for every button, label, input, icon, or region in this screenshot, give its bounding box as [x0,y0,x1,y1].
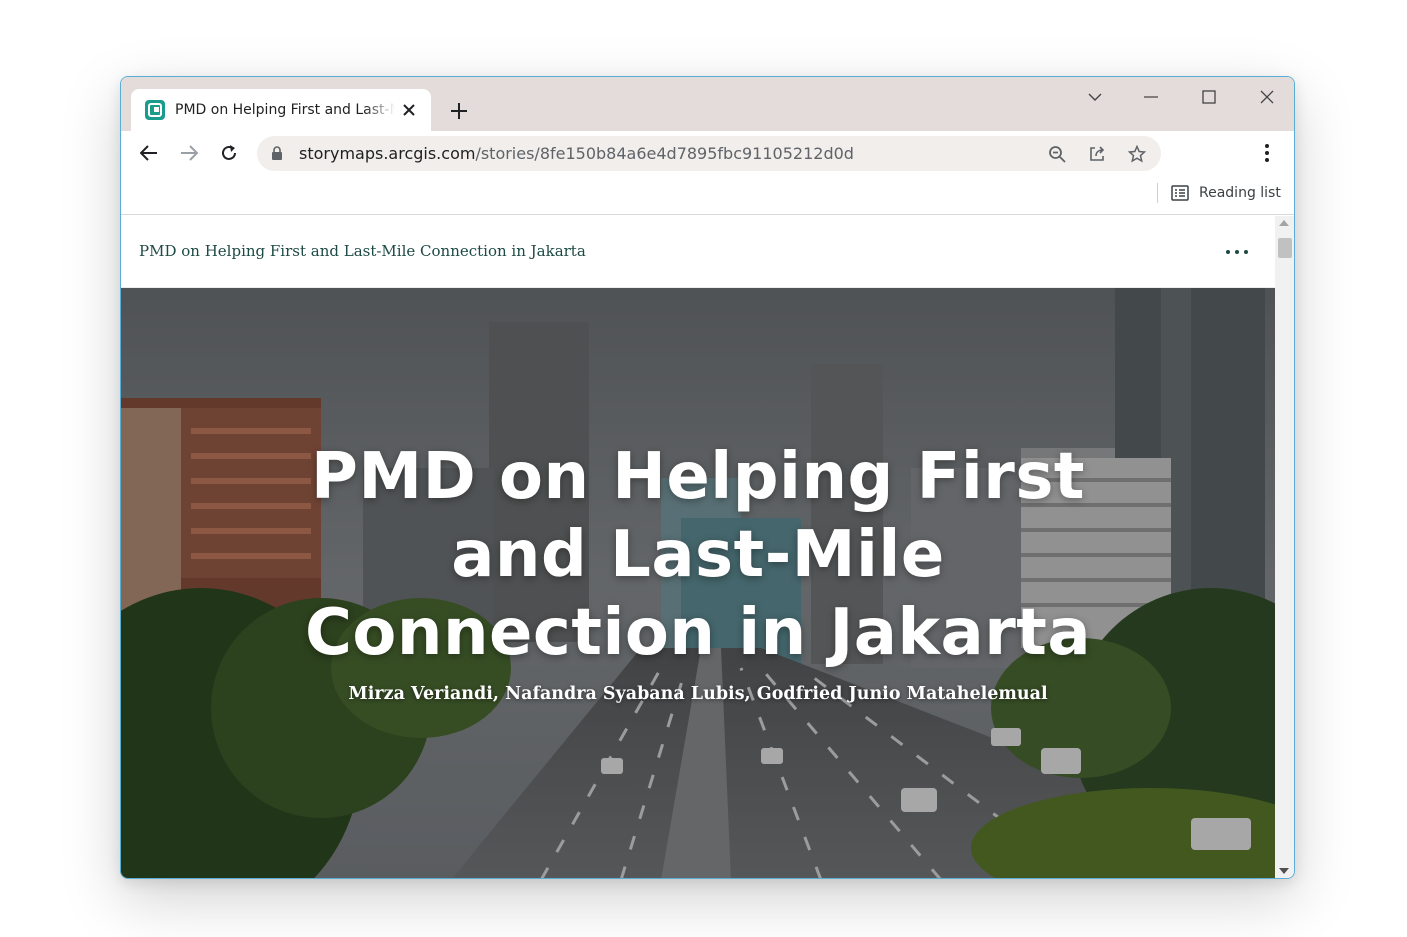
browser-menu-icon[interactable] [1257,139,1277,167]
reading-list-icon [1171,185,1189,201]
more-options-icon[interactable] [1223,238,1251,266]
reading-list-label: Reading list [1199,185,1281,201]
bookmarks-bar: Reading list [121,175,1294,215]
hero-title-line: Connection in Jakarta [304,596,1092,670]
minimize-icon[interactable] [1129,83,1173,111]
hero-title: PMD on Helping First and Last-Mile Conne… [121,438,1275,672]
browser-toolbar: storymaps.arcgis.com/stories/8fe150b84a6… [121,131,1294,175]
reading-list-button[interactable]: Reading list [1171,181,1281,205]
hero-title-line: PMD on Helping First [310,440,1086,514]
forward-arrow-icon[interactable] [173,137,205,169]
url-text[interactable]: storymaps.arcgis.com/stories/8fe150b84a6… [299,144,854,163]
scroll-down-arrow-icon[interactable] [1279,868,1289,874]
tab-strip: PMD on Helping First and Last-Mile Conne… [121,77,1294,131]
scroll-up-arrow-icon[interactable] [1279,220,1289,226]
tab-title: PMD on Helping First and Last-Mile Conne… [175,102,395,118]
storymaps-icon [145,100,165,120]
lock-icon[interactable] [271,146,283,165]
maximize-icon[interactable] [1187,83,1231,111]
tab-close-icon[interactable] [399,100,419,120]
hero-section: PMD on Helping First and Last-Mile Conne… [121,288,1275,878]
share-icon[interactable] [1085,142,1109,166]
story-header-title[interactable]: PMD on Helping First and Last-Mile Conne… [139,242,586,260]
new-tab-plus-icon[interactable] [445,97,473,125]
page-content: PMD on Helping First and Last-Mile Conne… [121,216,1275,878]
back-arrow-icon[interactable] [133,137,165,169]
active-tab[interactable]: PMD on Helping First and Last-Mile Conne… [131,89,431,131]
story-header: PMD on Helping First and Last-Mile Conne… [121,216,1275,288]
bookmarks-divider [1157,183,1158,203]
tab-search-chevron-icon[interactable] [1073,83,1117,111]
bookmark-star-icon[interactable] [1125,142,1149,166]
reload-icon[interactable] [213,137,245,169]
zoom-out-icon[interactable] [1045,142,1069,166]
hero-authors: Mirza Veriandi, Nafandra Syabana Lubis, … [348,684,1048,704]
hero-title-line: and Last-Mile [451,518,945,592]
address-bar[interactable]: storymaps.arcgis.com/stories/8fe150b84a6… [257,136,1161,171]
browser-window: PMD on Helping First and Last-Mile Conne… [120,76,1295,879]
scrollbar-thumb[interactable] [1278,238,1292,258]
page-scrollbar[interactable] [1275,216,1294,878]
close-window-icon[interactable] [1245,83,1289,111]
